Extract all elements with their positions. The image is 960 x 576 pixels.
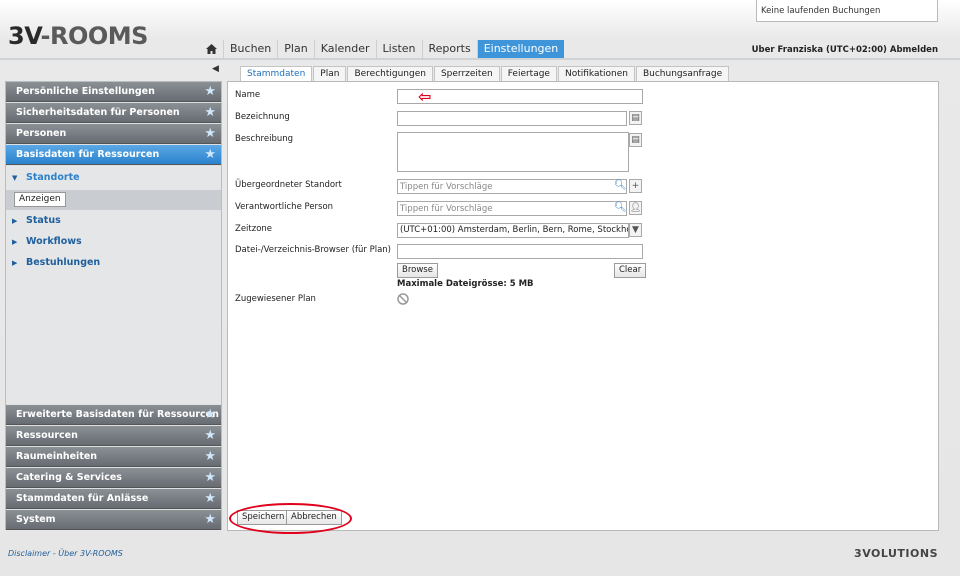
sidebar-group-system[interactable]: System ★ — [6, 510, 221, 530]
app-logo: 3V-ROOMS — [8, 22, 148, 50]
sidebar: Persönliche Einstellungen ★ Sicherheitsda… — [5, 81, 222, 530]
browse-button[interactable]: Browse — [397, 263, 438, 278]
parent-location-label: Übergeordneter Standort — [235, 180, 342, 190]
file-path-field[interactable] — [397, 244, 643, 259]
sidebar-item-bestuhlungen[interactable]: ▶ Bestuhlungen — [12, 257, 100, 268]
beschreibung-label: Beschreibung — [235, 134, 294, 144]
about-link[interactable]: Über 3V-ROOMS — [58, 549, 123, 558]
star-icon: ★ — [204, 147, 216, 162]
annotation-ellipse — [229, 503, 352, 534]
nav-buchen[interactable]: Buchen — [224, 40, 279, 58]
tab-buchungsanfrage[interactable]: Buchungsanfrage — [635, 66, 730, 82]
sidebar-group-ressourcen[interactable]: Ressourcen ★ — [6, 426, 221, 446]
star-icon: ★ — [204, 512, 216, 527]
name-input[interactable] — [397, 89, 643, 104]
name-label: Name — [235, 90, 261, 100]
add-icon[interactable]: + — [629, 179, 642, 193]
tab-sperrzeiten[interactable]: Sperrzeiten — [433, 66, 500, 82]
detail-tabs: Stammdaten Plan Berechtigungen Sperrzeit… — [240, 66, 730, 82]
nav-home[interactable] — [200, 40, 224, 58]
footer-separator: - — [52, 549, 56, 558]
tab-berechtigungen[interactable]: Berechtigungen — [347, 66, 433, 82]
nav-kalender[interactable]: Kalender — [315, 40, 377, 58]
translate-book-icon[interactable]: ▤ — [629, 111, 642, 125]
nav-listen[interactable]: Listen — [377, 40, 423, 58]
max-file-size: Maximale Dateigrösse: 5 MB — [397, 279, 534, 289]
sidebar-group-sicherheitsdaten[interactable]: Sicherheitsdaten für Personen ★ — [6, 103, 221, 123]
no-plan-icon — [397, 293, 409, 305]
anzeigen-row: Anzeigen — [6, 190, 221, 210]
header-divider — [0, 58, 960, 60]
zeitzone-label: Zeitzone — [235, 224, 273, 234]
annotation-arrow-icon: ⇦ — [418, 87, 432, 106]
assigned-plan-label: Zugewiesener Plan — [235, 294, 316, 304]
star-icon: ★ — [204, 407, 216, 422]
tab-feiertage[interactable]: Feiertage — [500, 66, 557, 82]
responsible-person-label: Verantwortliche Person — [235, 202, 334, 212]
translate-book-icon[interactable]: ▤ — [629, 133, 642, 147]
star-icon: ★ — [204, 449, 216, 464]
sidebar-subpanel: ▼ Standorte Anzeigen ▶ Status ▶ Workflows ▶… — [6, 166, 221, 404]
parent-location-input[interactable] — [397, 179, 627, 194]
home-icon — [206, 44, 217, 54]
vendor-logo: 3VOLUTIONS — [854, 547, 938, 560]
anzeigen-button[interactable]: Anzeigen — [14, 192, 66, 207]
star-icon: ★ — [204, 105, 216, 120]
tab-notifikationen[interactable]: Notifikationen — [557, 66, 635, 82]
person-icon[interactable]: 👤︎ — [629, 201, 642, 215]
sidebar-group-personen[interactable]: Personen ★ — [6, 124, 221, 144]
sidebar-group-persoenliche-einstellungen[interactable]: Persönliche Einstellungen ★ — [6, 82, 221, 102]
form-panel: Name ⇦ Bezeichnung ▤ Beschreibung ▤ Über… — [227, 81, 939, 531]
star-icon: ★ — [204, 84, 216, 99]
sidebar-group-stammdaten-anlaesse[interactable]: Stammdaten für Anlässe ★ — [6, 489, 221, 509]
bezeichnung-label: Bezeichnung — [235, 112, 290, 122]
footer-links: Disclaimer - Über 3V-ROOMS — [8, 549, 123, 558]
triangle-right-icon: ▶ — [12, 238, 18, 246]
collapse-sidebar-icon[interactable]: ◀ — [212, 64, 219, 74]
sidebar-item-standorte[interactable]: ▼ Standorte — [12, 172, 80, 183]
tab-plan[interactable]: Plan — [313, 66, 347, 82]
logout-link[interactable]: Abmelden — [890, 45, 938, 55]
sidebar-group-erweiterte-basisdaten[interactable]: Erweiterte Basisdaten für Ressourcen ★ — [6, 405, 221, 425]
sidebar-item-status[interactable]: ▶ Status — [12, 215, 61, 226]
sidebar-group-raumeinheiten[interactable]: Raumeinheiten ★ — [6, 447, 221, 467]
responsible-person-input[interactable] — [397, 201, 627, 216]
sidebar-group-catering[interactable]: Catering & Services ★ — [6, 468, 221, 488]
triangle-right-icon: ▶ — [12, 259, 18, 267]
beschreibung-textarea[interactable] — [397, 132, 629, 172]
zeitzone-select[interactable]: (UTC+01:00) Amsterdam, Berlin, Bern, Rom… — [397, 223, 629, 238]
nav-reports[interactable]: Reports — [423, 40, 478, 58]
triangle-right-icon: ▶ — [12, 217, 18, 225]
tab-stammdaten[interactable]: Stammdaten — [240, 66, 313, 82]
chevron-down-icon[interactable]: ▼ — [629, 223, 642, 237]
star-icon: ★ — [204, 470, 216, 485]
star-icon: ★ — [204, 126, 216, 141]
star-icon: ★ — [204, 428, 216, 443]
search-icon[interactable]: 🔍︎ — [614, 180, 627, 191]
nav-plan[interactable]: Plan — [278, 40, 315, 58]
user-bar: Uber Franziska (UTC+02:00) Abmelden — [752, 45, 938, 55]
star-icon: ★ — [204, 491, 216, 506]
file-browser-label: Datei-/Verzeichnis-Browser (für Plan) — [235, 245, 391, 255]
nav-einstellungen[interactable]: Einstellungen — [477, 40, 565, 58]
disclaimer-link[interactable]: Disclaimer — [8, 549, 50, 558]
triangle-down-icon: ▼ — [12, 174, 18, 182]
main-nav: Buchen Plan Kalender Listen Reports Eins… — [200, 40, 565, 58]
user-info: Uber Franziska (UTC+02:00) — [751, 45, 887, 55]
search-icon[interactable]: 🔍︎ — [614, 202, 627, 213]
bezeichnung-input[interactable] — [397, 111, 627, 126]
booking-status: Keine laufenden Buchungen — [756, 0, 938, 22]
sidebar-group-basisdaten[interactable]: Basisdaten für Ressourcen ★ — [6, 145, 221, 165]
clear-button[interactable]: Clear — [614, 263, 647, 278]
sidebar-item-workflows[interactable]: ▶ Workflows — [12, 236, 82, 247]
